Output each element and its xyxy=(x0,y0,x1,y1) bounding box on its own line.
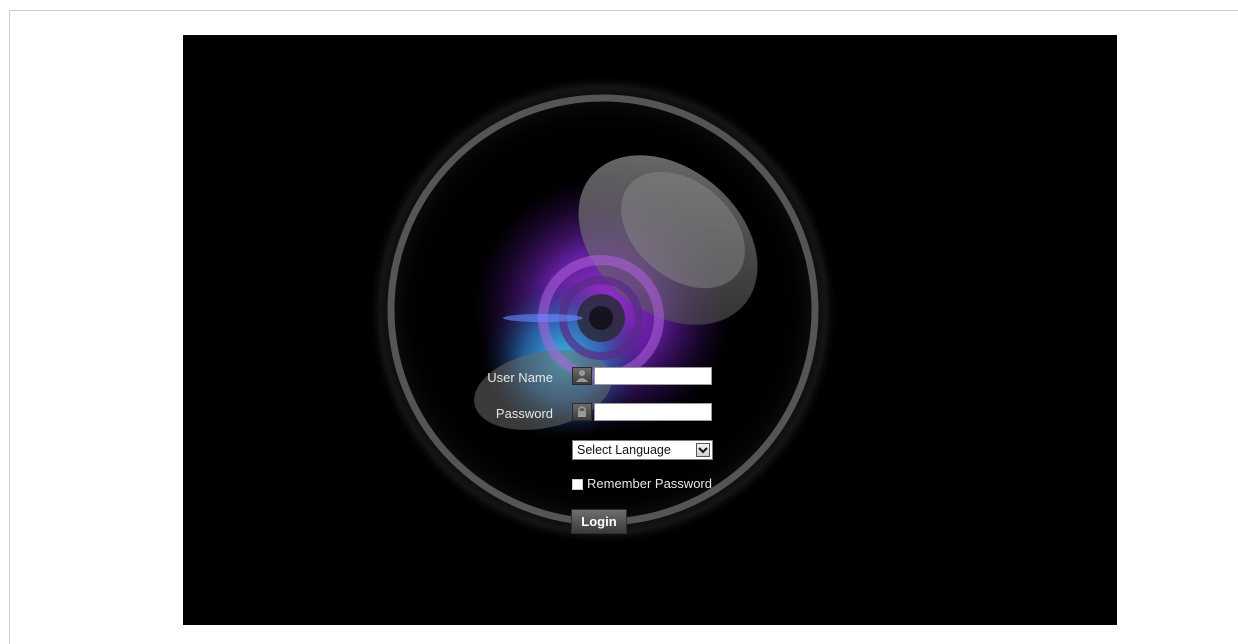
login-button[interactable]: Login xyxy=(571,509,627,534)
camera-lens-logo xyxy=(368,75,838,545)
remember-password-label: Remember Password xyxy=(587,476,712,491)
lock-icon xyxy=(572,403,592,421)
chevron-down-icon[interactable] xyxy=(696,443,710,457)
language-select[interactable]: Select Language xyxy=(572,440,713,460)
language-select-value: Select Language xyxy=(577,443,671,457)
user-icon xyxy=(572,367,592,385)
remember-password-checkbox[interactable] xyxy=(572,479,583,490)
login-stage: User Name Password Select Language Remem… xyxy=(183,35,1117,625)
username-label: User Name xyxy=(487,370,553,385)
password-label: Password xyxy=(495,406,553,421)
password-input[interactable] xyxy=(594,403,712,421)
username-input[interactable] xyxy=(594,367,712,385)
